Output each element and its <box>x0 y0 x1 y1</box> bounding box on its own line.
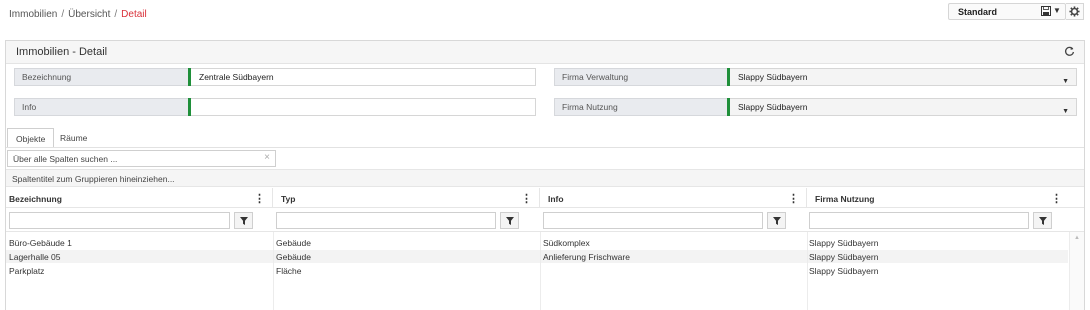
cell-typ: Fläche <box>276 266 302 276</box>
cell-firma-nutzung: Slappy Südbayern <box>809 252 879 262</box>
info-label: Info <box>14 98 188 116</box>
table-row[interactable]: Lagerhalle 05 Gebäude Anlieferung Frisch… <box>6 250 1068 263</box>
top-bar: Immobilien / Übersicht / Detail Standard ▼ <box>0 0 1090 30</box>
breadcrumb-item-uebersicht[interactable]: Übersicht <box>68 9 110 20</box>
search-placeholder: Über alle Spalten suchen ... <box>13 154 118 164</box>
grid-search-input[interactable]: Über alle Spalten suchen ... × <box>7 150 276 167</box>
detail-panel: Immobilien - Detail Bezeichnung Zentrale… <box>5 40 1085 310</box>
column-header-typ[interactable]: Typ ⋮ <box>273 188 540 208</box>
filter-button[interactable] <box>767 212 786 229</box>
grid-header: Bezeichnung ⋮ Typ ⋮ Info ⋮ Firma Nutzung… <box>6 188 1084 208</box>
tab-objekte[interactable]: Objekte <box>7 128 55 148</box>
tab-bar: Objekte Räume <box>6 128 1084 148</box>
filter-input[interactable] <box>276 212 496 229</box>
column-header-info[interactable]: Info ⋮ <box>540 188 807 208</box>
cell-info: Südkomplex <box>543 238 590 248</box>
column-header-label: Info <box>548 194 564 204</box>
bezeichnung-label: Bezeichnung <box>14 68 188 86</box>
column-menu-icon[interactable]: ⋮ <box>521 192 532 205</box>
column-separator <box>807 232 808 310</box>
filter-input[interactable] <box>809 212 1029 229</box>
close-icon[interactable]: × <box>264 152 270 163</box>
settings-button[interactable] <box>1066 3 1084 20</box>
floppy-icon[interactable] <box>1041 6 1052 17</box>
firma-nutzung-label: Firma Nutzung <box>554 98 727 116</box>
view-select-value: Standard <box>958 7 998 17</box>
view-select[interactable]: Standard ▼ <box>948 3 1066 20</box>
cell-bezeichnung: Lagerhalle 05 <box>9 252 61 262</box>
cell-firma-nutzung: Slappy Südbayern <box>809 238 879 248</box>
cell-typ: Gebäude <box>276 238 311 248</box>
cell-bezeichnung: Büro-Gebäude 1 <box>9 238 72 248</box>
filter-info <box>543 212 788 229</box>
firma-nutzung-select[interactable]: Slappy Südbayern ▼ <box>730 98 1077 116</box>
filter-icon <box>1039 217 1047 225</box>
filter-button[interactable] <box>500 212 519 229</box>
firma-verwaltung-select[interactable]: Slappy Südbayern ▼ <box>730 68 1077 86</box>
column-menu-icon[interactable]: ⋮ <box>788 192 799 205</box>
firma-verwaltung-label: Firma Verwaltung <box>554 68 727 86</box>
bezeichnung-input[interactable]: Zentrale Südbayern <box>191 68 536 86</box>
column-separator <box>273 232 274 310</box>
column-menu-icon[interactable]: ⋮ <box>254 192 265 205</box>
breadcrumb-item-immobilien[interactable]: Immobilien <box>9 9 57 20</box>
refresh-icon[interactable] <box>1064 46 1075 59</box>
firma-nutzung-field: Firma Nutzung Slappy Südbayern ▼ <box>554 98 1077 116</box>
cell-info: Anlieferung Frischware <box>543 252 630 262</box>
firma-verwaltung-field: Firma Verwaltung Slappy Südbayern ▼ <box>554 68 1077 86</box>
group-panel[interactable]: Spaltentitel zum Gruppieren hineinziehen… <box>6 169 1084 187</box>
column-separator <box>540 232 541 310</box>
filter-typ <box>276 212 521 229</box>
filter-input[interactable] <box>543 212 763 229</box>
table-row[interactable]: Büro-Gebäude 1 Gebäude Südkomplex Slappy… <box>6 236 1068 249</box>
filter-input[interactable] <box>9 212 230 229</box>
panel-title: Immobilien - Detail <box>16 46 108 58</box>
cell-firma-nutzung: Slappy Südbayern <box>809 266 879 276</box>
chevron-down-icon: ▼ <box>1062 78 1069 85</box>
tab-divider <box>6 147 1084 148</box>
cell-bezeichnung: Parkplatz <box>9 266 45 276</box>
column-header-label: Bezeichnung <box>9 194 62 204</box>
filter-firma-nutzung <box>809 212 1055 229</box>
cell-typ: Gebäude <box>276 252 311 262</box>
gear-icon <box>1069 6 1080 17</box>
breadcrumb-separator: / <box>61 9 65 20</box>
column-header-label: Typ <box>281 194 296 204</box>
panel-header: Immobilien - Detail <box>6 41 1084 64</box>
breadcrumb-separator: / <box>114 9 118 20</box>
filter-button[interactable] <box>234 212 253 229</box>
column-menu-icon[interactable]: ⋮ <box>1051 192 1062 205</box>
chevron-down-icon[interactable]: ▼ <box>1053 6 1061 15</box>
column-header-firma-nutzung[interactable]: Firma Nutzung ⋮ <box>807 188 1069 208</box>
table-row[interactable]: Parkplatz Fläche Slappy Südbayern <box>6 264 1068 277</box>
info-input[interactable] <box>191 98 536 116</box>
scroll-up-icon[interactable]: ▲ <box>1074 235 1080 241</box>
filter-bezeichnung <box>9 212 254 229</box>
filter-icon <box>506 217 514 225</box>
filter-button[interactable] <box>1033 212 1052 229</box>
breadcrumb: Immobilien / Übersicht / Detail <box>9 9 147 20</box>
filter-icon <box>240 217 248 225</box>
breadcrumb-current: Detail <box>121 9 147 20</box>
column-header-label: Firma Nutzung <box>815 194 875 204</box>
group-panel-hint: Spaltentitel zum Gruppieren hineinziehen… <box>12 174 175 184</box>
column-header-bezeichnung[interactable]: Bezeichnung ⋮ <box>6 188 273 208</box>
bezeichnung-field: Bezeichnung Zentrale Südbayern <box>14 68 536 86</box>
tab-raeume[interactable]: Räume <box>52 128 95 148</box>
firma-nutzung-value: Slappy Südbayern <box>738 102 808 112</box>
filter-icon <box>773 217 781 225</box>
info-field: Info <box>14 98 536 116</box>
firma-verwaltung-value: Slappy Südbayern <box>738 72 808 82</box>
chevron-down-icon: ▼ <box>1062 108 1069 115</box>
grid-scrollbar[interactable]: ▲ <box>1069 232 1084 310</box>
filter-row <box>6 209 1084 232</box>
